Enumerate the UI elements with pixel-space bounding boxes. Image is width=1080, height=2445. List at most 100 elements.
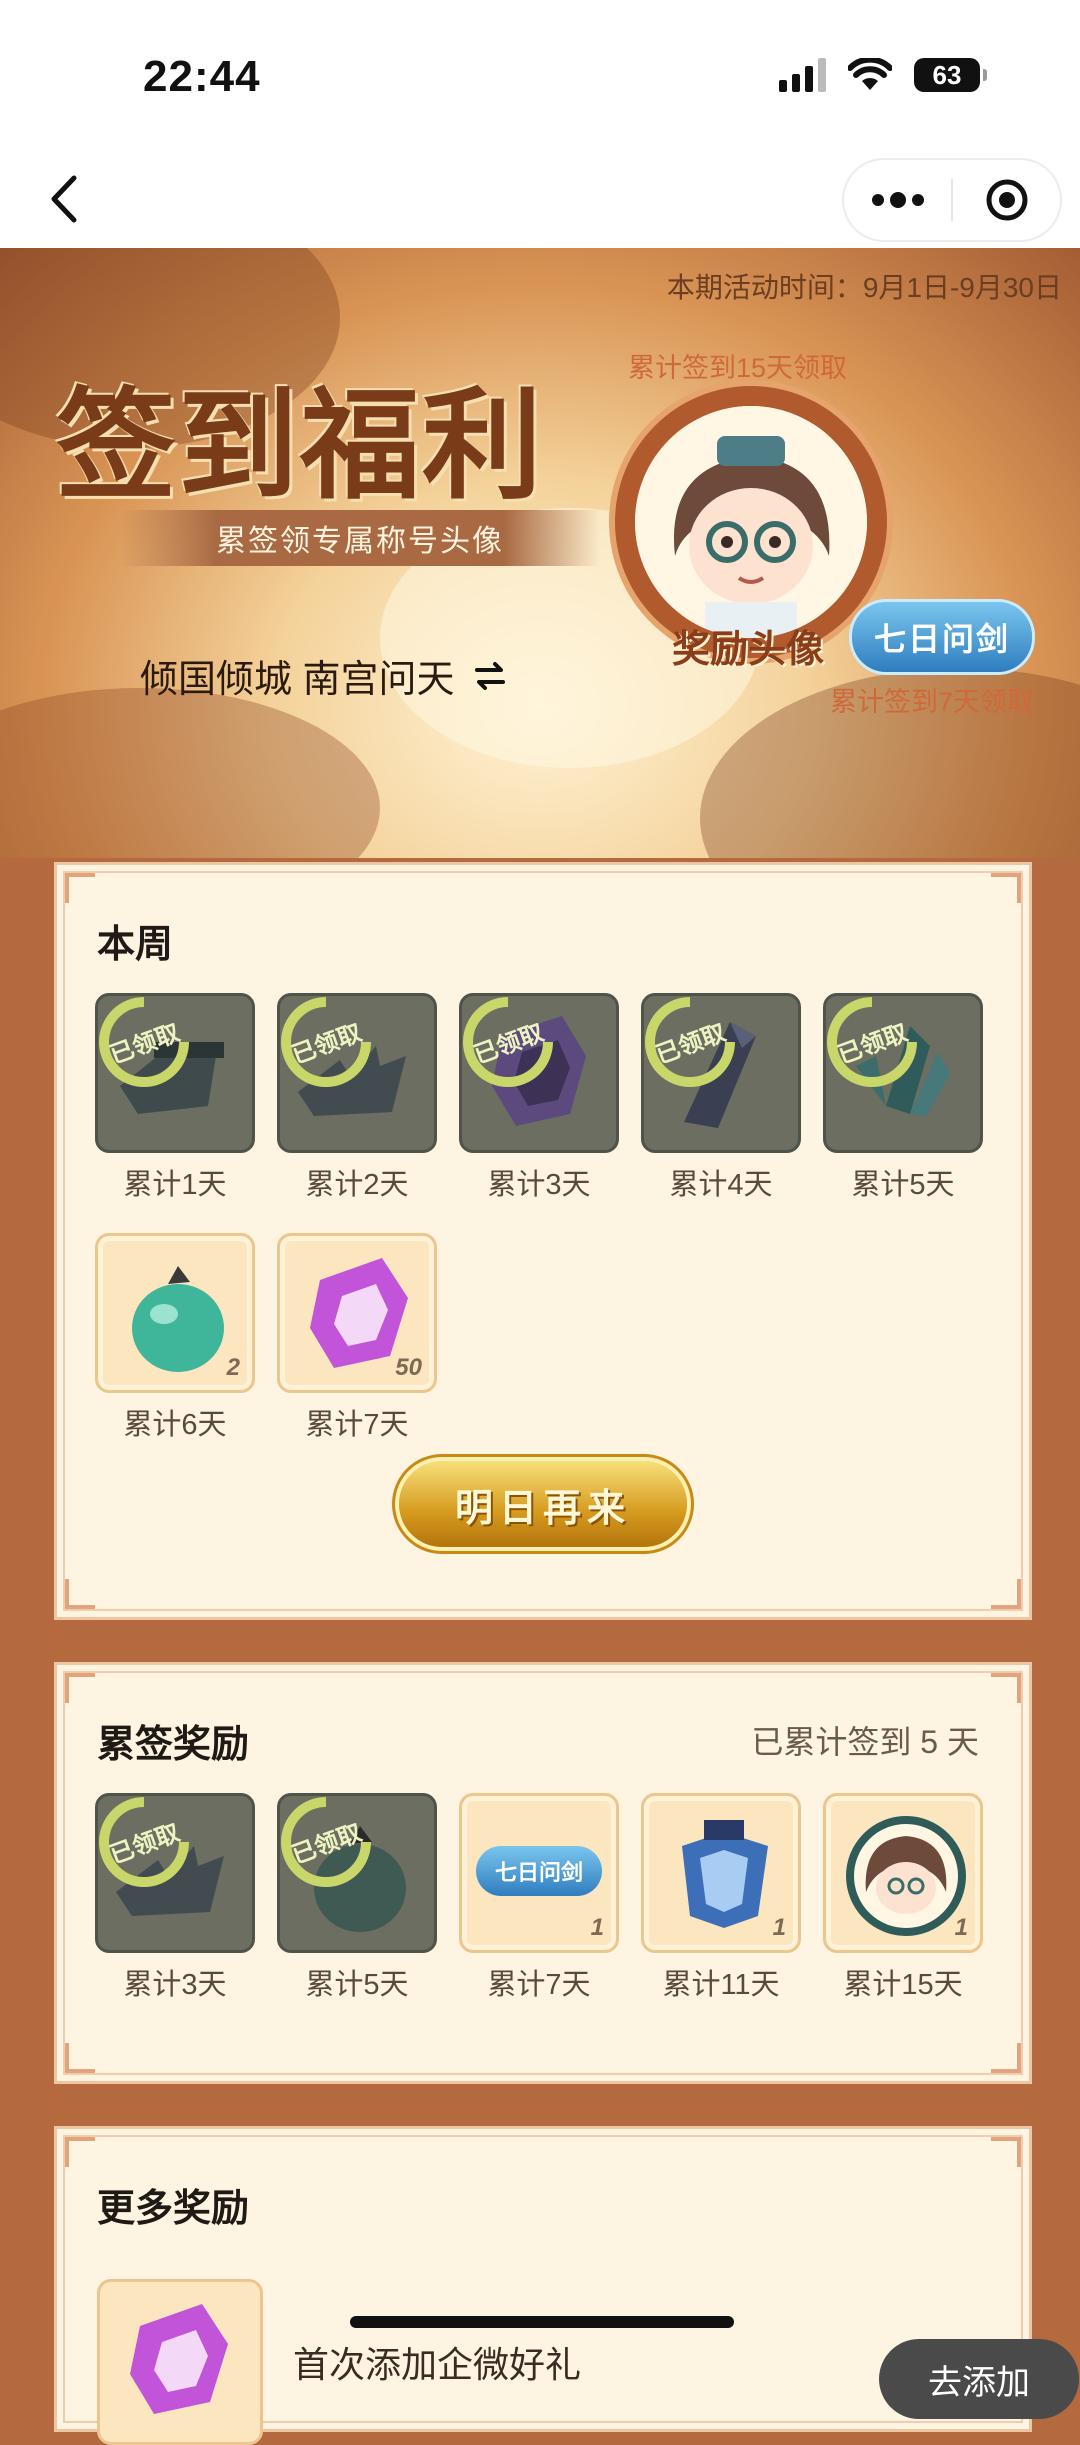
reward-item[interactable]: 七日问剑 1 累计7天 — [459, 1793, 619, 2003]
status-time: 22:44 — [143, 52, 261, 101]
reward-label: 累计1天 — [123, 1169, 227, 1201]
come-back-tomorrow-button[interactable]: 明日再来 — [399, 1461, 687, 1547]
reward-item[interactable]: 50 累计7天 — [277, 1233, 437, 1443]
more-button[interactable] — [844, 160, 951, 240]
more-dots-icon — [871, 192, 924, 208]
reward-quantity: 1 — [590, 1914, 604, 1941]
title-badge: 七日问剑 — [852, 602, 1032, 672]
user-name: 倾国倾城 南宫问天 — [140, 659, 455, 701]
reward-label: 累计7天 — [487, 1969, 591, 2001]
cellular-signal-icon — [779, 58, 826, 92]
banner-title: 签到福利 — [56, 375, 544, 516]
weekly-title: 本周 — [97, 924, 174, 966]
claimed-stamp-icon: 已领取 — [645, 997, 735, 1087]
title-badge-text: 七日问剑 — [494, 1860, 583, 1885]
reward-tile: 已领取 — [95, 993, 255, 1153]
reward-label: 累计7天 — [305, 1409, 409, 1441]
reward-item[interactable]: 已领取 累计5天 — [823, 993, 983, 1203]
wifi-icon — [848, 58, 892, 90]
reward-15-note: 累计签到15天领取 — [628, 353, 848, 383]
svg-text:已领取: 已领取 — [834, 1018, 911, 1069]
reward-tile: 1 — [641, 1793, 801, 1953]
close-button[interactable] — [953, 160, 1060, 240]
corner-ornament — [991, 2043, 1021, 2073]
reward-7-note: 累计签到7天领取 — [830, 687, 1035, 717]
purple-gem-icon — [97, 2279, 263, 2445]
user-switch[interactable]: 倾国倾城 南宫问天 — [140, 648, 507, 703]
svg-text:已领取: 已领取 — [106, 1018, 183, 1069]
reward-tile: 已领取 — [459, 993, 619, 1153]
reward-label: 累计3天 — [123, 1969, 227, 2001]
reward-quantity: 50 — [395, 1354, 422, 1381]
reward-item[interactable]: 1 累计11天 — [641, 1793, 801, 2003]
reward-item[interactable]: 已领取 累计1天 — [95, 993, 255, 1203]
weekly-card: 本周 已领取 累计1天 已领取 累计2天 已领取 累计3天 已领取 累计4天 已… — [54, 862, 1032, 1620]
reward-tile: 50 — [277, 1233, 437, 1393]
reward-label: 累计11天 — [662, 1969, 780, 2001]
reward-item[interactable]: 2 累计6天 — [95, 1233, 255, 1443]
reward-label: 累计6天 — [123, 1409, 227, 1441]
reward-tile: 已领取 — [277, 1793, 437, 1953]
claimed-stamp-icon: 已领取 — [281, 1797, 371, 1887]
title-badge-icon: 七日问剑 — [476, 1846, 602, 1896]
weekly-row-2: 2 累计6天 50 累计7天 — [95, 1233, 437, 1443]
reward-label: 累计2天 — [305, 1169, 409, 1201]
chevron-left-icon[interactable] — [36, 164, 96, 234]
battery-indicator: 63 — [914, 58, 987, 92]
svg-text:已领取: 已领取 — [106, 1818, 183, 1869]
corner-ornament — [991, 1579, 1021, 1609]
more-reward-row: 首次添加企微好礼 — [97, 2279, 581, 2445]
reward-item[interactable]: 已领取 累计3天 — [95, 1793, 255, 2003]
cumulative-card: 累签奖励 已累计签到 5 天 已领取 累计3天 已领取 累计5天 七日问剑 1 … — [54, 1662, 1032, 2084]
reward-label: 累计5天 — [305, 1969, 409, 2001]
home-indicator — [350, 2316, 734, 2328]
reward-tile: 已领取 — [277, 993, 437, 1153]
corner-ornament — [65, 2137, 95, 2167]
corner-ornament — [65, 2043, 95, 2073]
reward-tile: 1 — [823, 1793, 983, 1953]
reward-item[interactable]: 1 累计15天 — [823, 1793, 983, 2003]
status-bar: 22:44 63 — [0, 0, 1080, 150]
reward-tile: 已领取 — [95, 1793, 255, 1953]
svg-text:已领取: 已领取 — [652, 1018, 729, 1069]
more-title: 更多奖励 — [97, 2188, 250, 2230]
reward-label: 累计3天 — [487, 1169, 591, 1201]
reward-item[interactable]: 已领取 累计4天 — [641, 993, 801, 1203]
reward-tile: 已领取 — [641, 993, 801, 1153]
activity-period: 本期活动时间：9月1日-9月30日 — [666, 272, 1062, 303]
signin-banner: 本期活动时间：9月1日-9月30日 签到福利 累签领专属称号头像 倾国倾城 南宫… — [0, 248, 1080, 858]
reward-item[interactable]: 已领取 累计5天 — [277, 1793, 437, 2003]
reward-item[interactable]: 已领取 累计2天 — [277, 993, 437, 1203]
svg-text:已领取: 已领取 — [288, 1818, 365, 1869]
claimed-stamp-icon: 已领取 — [281, 997, 371, 1087]
claimed-stamp-icon: 已领取 — [463, 997, 553, 1087]
corner-ornament — [991, 1673, 1021, 1703]
more-rewards-card: 更多奖励 首次添加企微好礼 去添加 — [54, 2126, 1079, 2445]
avatar — [635, 406, 867, 638]
claimed-stamp-icon: 已领取 — [827, 997, 917, 1087]
reward-tile: 2 — [95, 1233, 255, 1393]
reward-label: 累计4天 — [669, 1169, 773, 1201]
reward-tile: 已领取 — [823, 993, 983, 1153]
claimed-stamp-icon: 已领取 — [99, 997, 189, 1087]
corner-ornament — [991, 2137, 1021, 2167]
banner-decoration — [0, 688, 380, 858]
corner-ornament — [65, 1579, 95, 1609]
mini-program-capsule — [842, 158, 1062, 242]
add-wecom-button[interactable]: 去添加 — [879, 2339, 1079, 2419]
reward-label: 累计15天 — [843, 1969, 963, 2001]
reward-item[interactable]: 已领取 累计3天 — [459, 993, 619, 1203]
more-reward-text: 首次添加企微好礼 — [293, 2344, 582, 2385]
weekly-row-1: 已领取 累计1天 已领取 累计2天 已领取 累计3天 已领取 累计4天 已领取 … — [95, 993, 983, 1203]
svg-text:已领取: 已领取 — [470, 1018, 547, 1069]
reward-quantity: 2 — [226, 1354, 240, 1381]
reward-avatar-label: 奖励头像 — [672, 626, 825, 671]
target-icon — [986, 179, 1027, 221]
banner-subtitle: 累签领专属称号头像 — [120, 510, 600, 566]
cumulative-title: 累签奖励 — [97, 1724, 250, 1766]
reward-tile: 七日问剑 1 — [459, 1793, 619, 1953]
reward-quantity: 1 — [954, 1914, 968, 1941]
reward-quantity: 1 — [772, 1914, 786, 1941]
cumulative-summary: 已累计签到 5 天 — [751, 1724, 979, 1760]
corner-ornament — [65, 873, 95, 903]
